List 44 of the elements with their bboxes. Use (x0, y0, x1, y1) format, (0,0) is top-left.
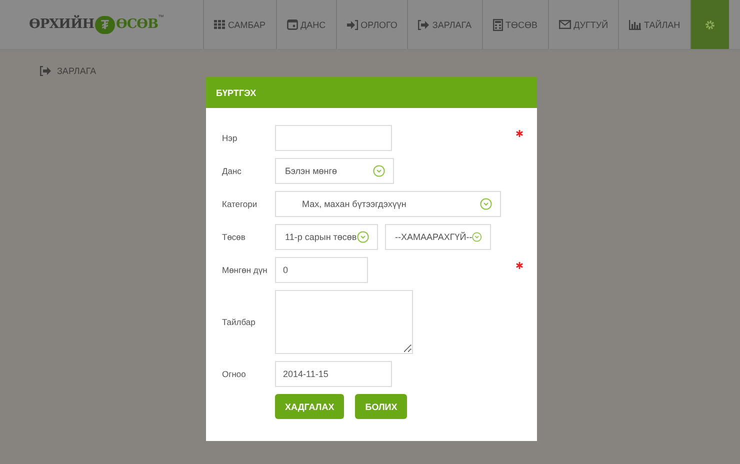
required-asterisk-icon (516, 130, 523, 137)
nav-tab[interactable]: САМБАР (203, 0, 276, 49)
sign-in-icon (346, 20, 358, 30)
dropdown[interactable]: 11-р сарын төсөв (275, 224, 378, 250)
field-label: Огноо (222, 369, 247, 379)
field-label: Данс (222, 166, 242, 176)
logo-cloud-badge: ₮ (95, 16, 115, 34)
logo-text: ӨСӨВ (116, 17, 158, 32)
nav-tab[interactable]: ТӨСӨВ (482, 0, 548, 49)
nav-tab[interactable]: ЗАРЛАГА (407, 0, 482, 49)
settings-icon (704, 18, 716, 30)
grid-icon (214, 20, 225, 29)
date-field[interactable]: 2014-11-15 (275, 361, 392, 387)
dialog-button[interactable]: ХАДГАЛАХ (275, 394, 344, 419)
input-field[interactable]: 0 (275, 257, 368, 283)
chevron-down-icon (373, 165, 385, 177)
wallet-icon (286, 19, 298, 30)
dropdown[interactable]: --ХАМААРАХГҮЙ-- (385, 224, 491, 250)
bar-chart-icon (629, 20, 642, 30)
field-label: Төсөв (222, 232, 246, 242)
breadcrumb-text: ЗАРЛАГА (57, 66, 96, 76)
required-asterisk-icon (516, 262, 523, 269)
calculator-icon (492, 18, 503, 30)
logo-text: ӨРХИЙН (29, 17, 94, 32)
dialog-button[interactable]: БОЛИХ (355, 394, 408, 419)
chevron-down-icon (480, 198, 492, 210)
dropdown[interactable]: Бэлэн мөнгө (275, 158, 394, 184)
field-label: Нэр (222, 133, 238, 143)
nav-tab[interactable] (690, 0, 730, 49)
dialog-title: БҮРТГЭХ (216, 88, 256, 98)
dropdown[interactable]: Мах, махан бүтээгдэхүүн (275, 191, 501, 217)
input-field[interactable] (275, 125, 392, 151)
chevron-down-icon (357, 231, 369, 243)
sign-out-icon (418, 20, 430, 30)
sign-out-icon (40, 66, 51, 76)
envelope-icon (558, 20, 571, 29)
field-label: Категори (222, 199, 258, 209)
field-label: Мөнгөн дүн (222, 265, 268, 275)
nav-tab[interactable]: ДУГТУЙ (548, 0, 618, 49)
chevron-down-icon (472, 231, 482, 243)
nav-tab[interactable]: ОРЛОГО (336, 0, 408, 49)
nav-tab[interactable]: ДАНС (276, 0, 336, 49)
field-label: Тайлбар (222, 317, 256, 327)
text-area[interactable] (275, 290, 413, 354)
